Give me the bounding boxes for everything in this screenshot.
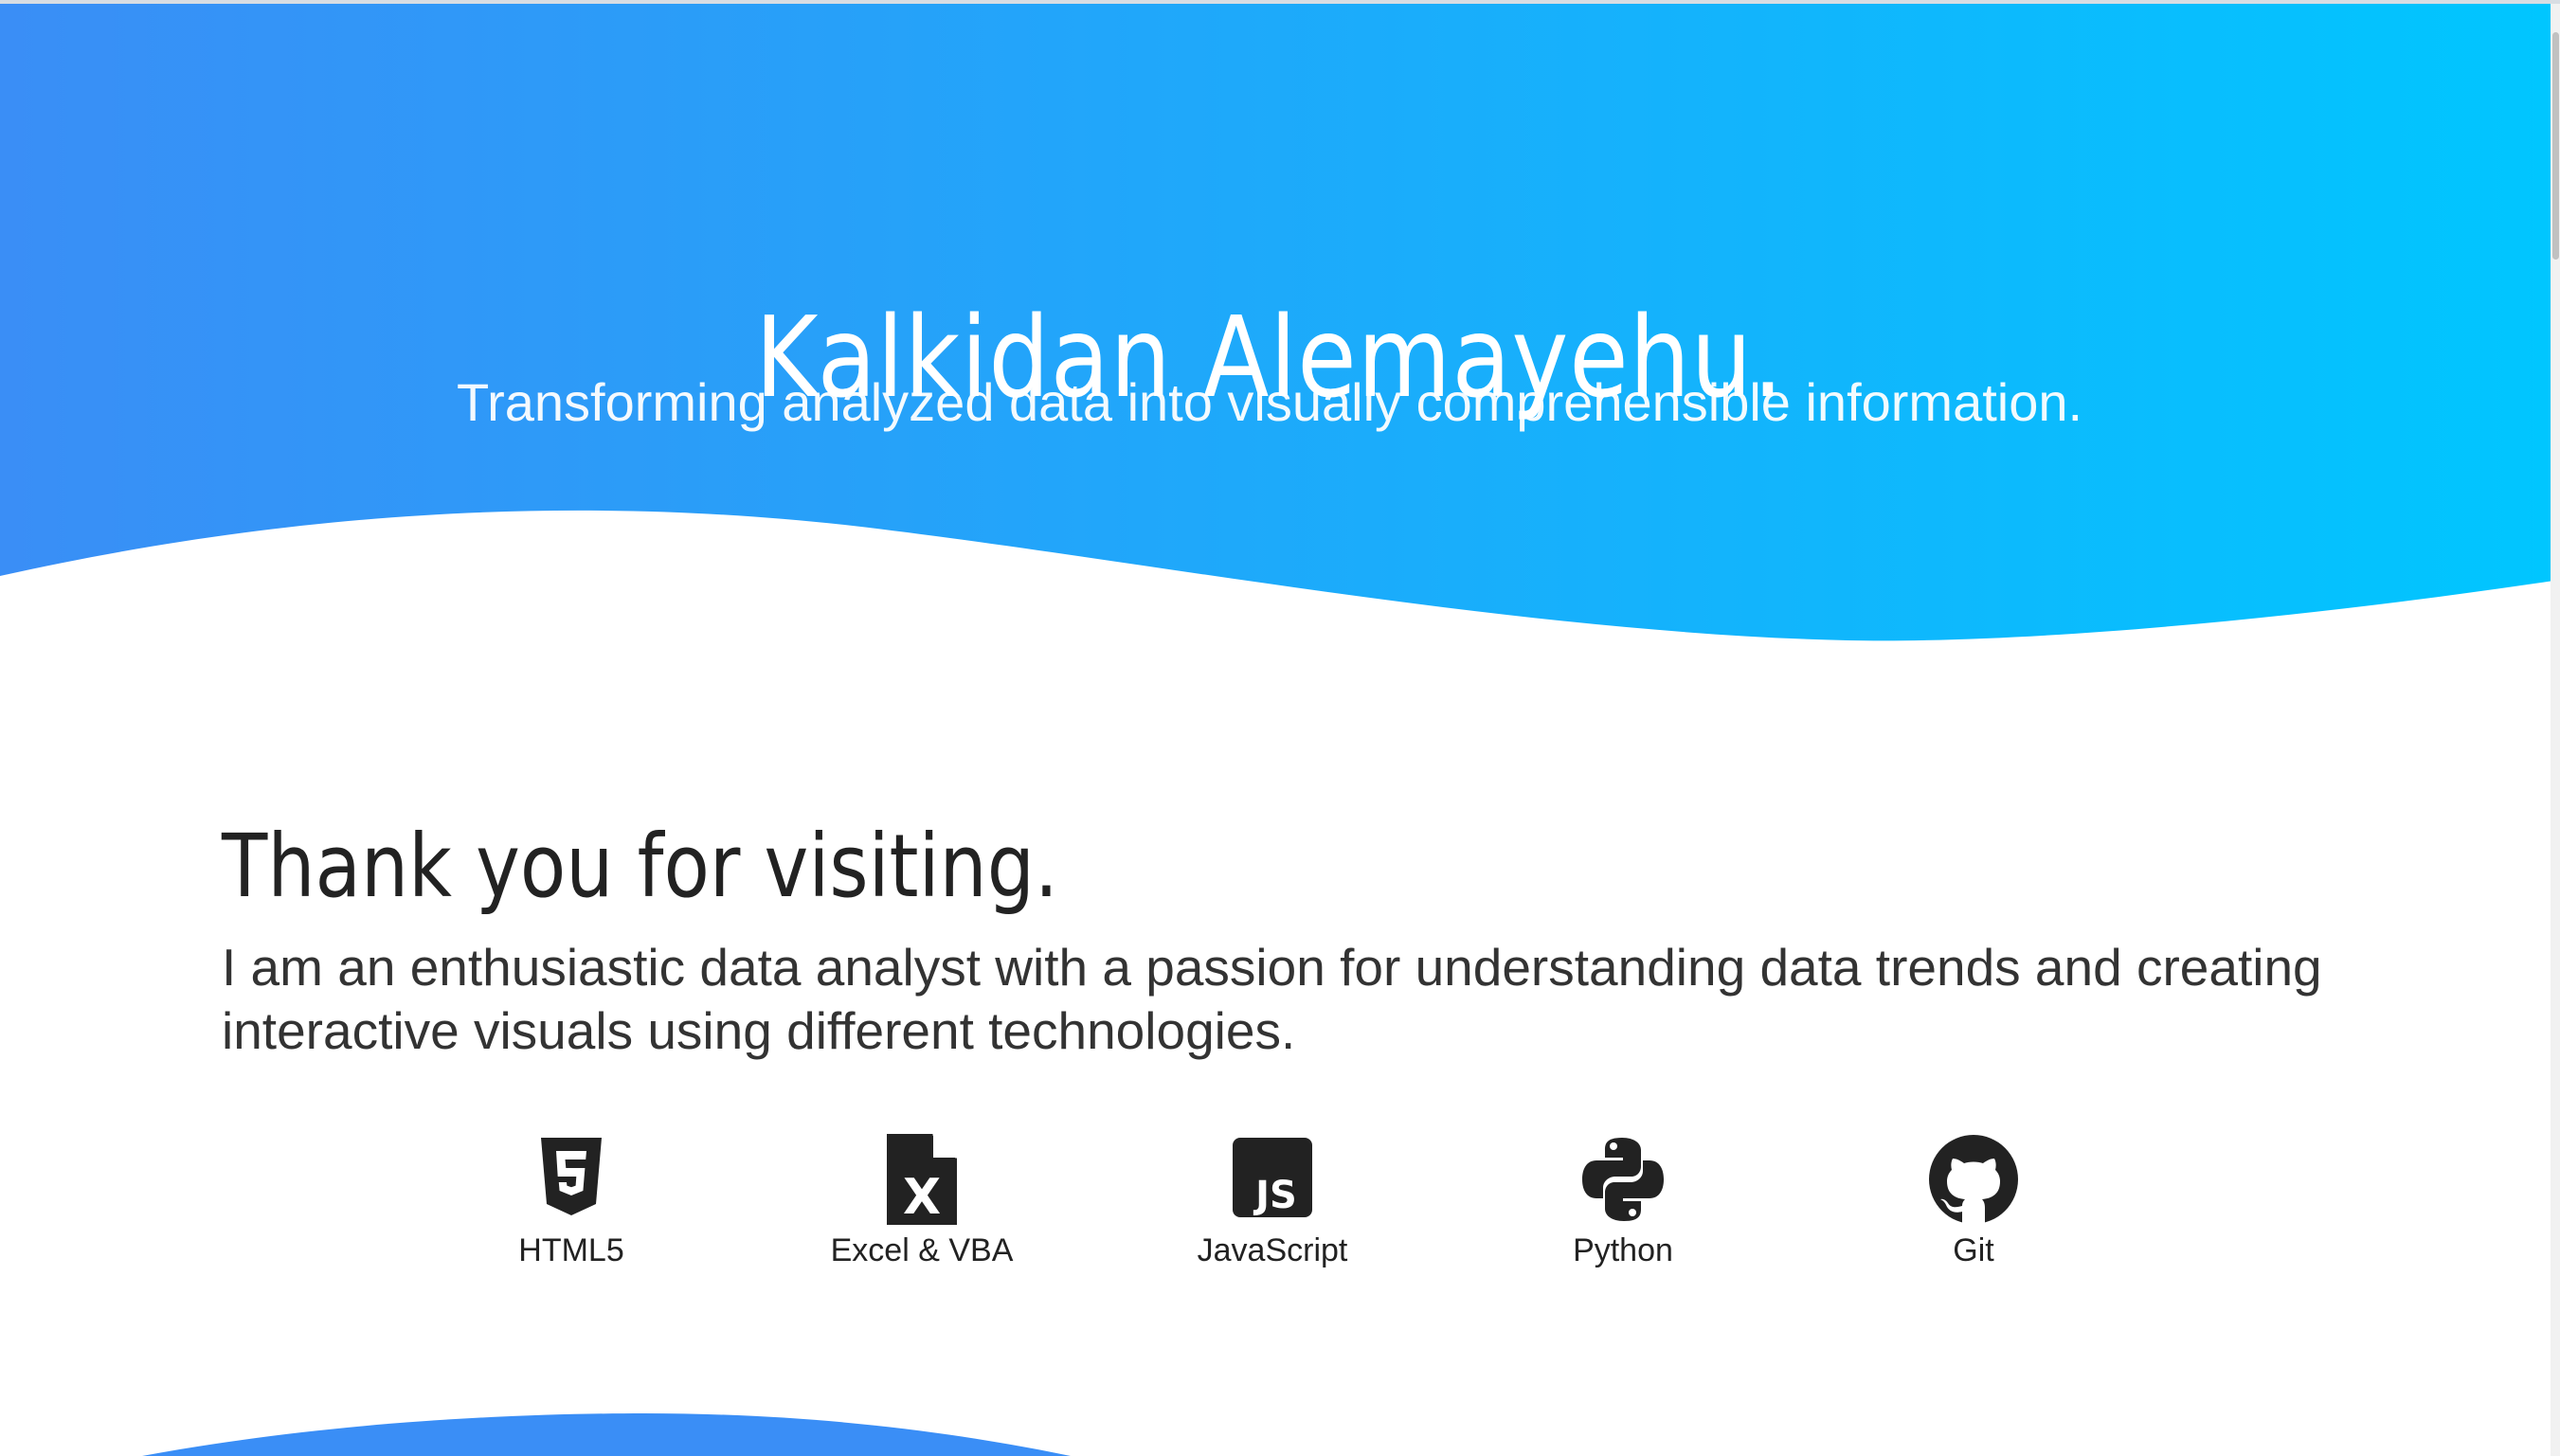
scrollbar[interactable] <box>2551 4 2560 1456</box>
hero-subtitle: Transforming analyzed data into visually… <box>456 372 2083 432</box>
about-text: I am an enthusiastic data analyst with a… <box>222 938 2322 1060</box>
skill-label: Excel & VBA <box>830 1232 1014 1268</box>
about-heading: Thank you for visiting. <box>222 816 1059 917</box>
skill-git: Git <box>1822 1132 2125 1271</box>
skill-excel-vba: X Excel & VBA <box>770 1132 1073 1271</box>
skill-html5: HTML5 <box>420 1132 723 1271</box>
bottom-wave <box>142 1413 1071 1456</box>
html5-icon <box>541 1138 602 1215</box>
page: Kalkidan Alemayehu. Transforming analyze… <box>0 0 2560 1456</box>
skill-label: HTML5 <box>518 1232 624 1268</box>
svg-text:JS: JS <box>1253 1174 1297 1217</box>
github-icon <box>1929 1135 2018 1224</box>
python-icon <box>1582 1138 1664 1221</box>
skill-label: JavaScript <box>1197 1232 1348 1268</box>
svg-text:X: X <box>903 1169 941 1226</box>
skills-list: HTML5 X Excel & VBA JS JavaScript Python… <box>0 1132 2560 1274</box>
excel-file-icon: X <box>887 1134 957 1226</box>
scrollbar-thumb[interactable] <box>2552 32 2559 260</box>
skill-label: Git <box>1953 1232 1994 1268</box>
about-section: Thank you for visiting. I am an enthusia… <box>222 805 2363 1063</box>
skill-javascript: JS JavaScript <box>1121 1132 1424 1271</box>
skill-python: Python <box>1471 1132 1775 1271</box>
skill-label: Python <box>1573 1232 1673 1268</box>
javascript-icon: JS <box>1233 1138 1312 1217</box>
